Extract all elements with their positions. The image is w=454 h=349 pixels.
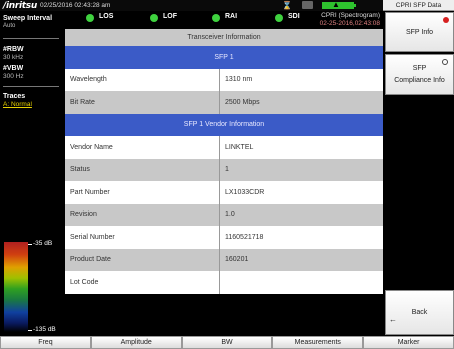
row-value: 160201: [225, 256, 249, 264]
transceiver-info-title: Transceiver Information: [187, 34, 261, 41]
row-label: Wavelength: [65, 68, 220, 91]
row-value: LX1033CDR: [225, 188, 265, 196]
table-row: Status 1: [65, 158, 383, 181]
amplitude-menu-button[interactable]: Amplitude: [90, 336, 182, 349]
scale-top-label: -35 dB: [33, 240, 53, 247]
row-label: Serial Number: [65, 226, 220, 249]
left-settings-panel: #RBW 30 kHz #VBW 300 Hz Traces A: Normal…: [0, 29, 65, 336]
rai-label: RAI: [225, 13, 238, 20]
table-row: Vendor Name LINKTEL: [65, 136, 383, 159]
los-label: LOS: [99, 13, 114, 20]
sfp-compliance-label-line1: SFP: [412, 65, 427, 72]
lof-indicator-icon: [150, 14, 158, 22]
battery-tip: [354, 4, 356, 7]
section-title: SFP 1: [214, 53, 234, 61]
section-title: SFP 1 Vendor Information: [183, 121, 265, 129]
rbw-label: #RBW: [3, 46, 24, 53]
anritsu-logo: /inritsu: [3, 0, 37, 11]
rbw-value: 30 kHz: [3, 54, 24, 61]
row-value: 2500 Mbps: [225, 98, 260, 106]
traces-label: Traces: [3, 93, 26, 100]
sfp-data-table: SFP 1 Wavelength 1310 nm Bit Rate 2500 M…: [65, 46, 383, 294]
row-value: 1: [225, 166, 229, 174]
vbw-value: 300 Hz: [3, 73, 24, 80]
scale-bottom-label: -135 dB: [33, 326, 56, 333]
hourglass-icon: ⌛: [282, 1, 292, 10]
lof-label: LOF: [163, 13, 177, 20]
bw-menu-button[interactable]: BW: [181, 336, 273, 349]
measurements-menu-button[interactable]: Measurements: [272, 336, 364, 349]
row-label: Status: [65, 158, 220, 181]
scale-bottom-tick: [28, 330, 32, 331]
marker-menu-button[interactable]: Marker: [363, 336, 454, 349]
row-value: 1.0: [225, 211, 235, 219]
rai-indicator-icon: [212, 14, 220, 22]
row-label: Bit Rate: [65, 91, 220, 114]
table-row: Lot Code: [65, 271, 383, 294]
row-value: LINKTEL: [225, 143, 254, 151]
title-bar: /inritsu 02/25/2016 02:43:28 am ⌛ ▲: [0, 0, 383, 11]
sdi-label: SDI: [288, 13, 300, 20]
sfp-compliance-info-button[interactable]: SFP Compliance Info: [385, 54, 454, 95]
row-label: Revision: [65, 203, 220, 226]
los-indicator-icon: [86, 14, 94, 22]
table-header: Transceiver Information: [65, 29, 383, 46]
datetime: 02/25/2016 02:43:28 am: [39, 2, 111, 9]
row-value: 1160521718: [225, 233, 264, 241]
row-value: 1310 nm: [225, 76, 253, 84]
table-row: Wavelength 1310 nm: [65, 68, 383, 91]
camera-icon[interactable]: [302, 1, 313, 9]
status-row: Sweep Interval Auto LOS LOF RAI SDI CPRI…: [0, 11, 383, 29]
measurement-mode: CPRI (Spectrogram): [321, 12, 380, 19]
table-row: Bit Rate 2500 Mbps: [65, 91, 383, 114]
divider: [3, 86, 59, 87]
trace-mode-link[interactable]: A: Normal: [3, 101, 32, 108]
table-row: Serial Number 1160521718: [65, 226, 383, 249]
section-header-vendor: SFP 1 Vendor Information: [65, 113, 383, 136]
freq-menu-button[interactable]: Freq: [0, 336, 91, 349]
back-button[interactable]: Back: [385, 290, 454, 335]
sdi-indicator-icon: [275, 14, 283, 22]
vbw-label: #VBW: [3, 65, 24, 72]
spectrogram-color-scale: [4, 242, 28, 332]
sfp-info-label: SFP Info: [405, 28, 434, 36]
divider: [3, 38, 59, 39]
back-label: Back: [411, 309, 428, 316]
sfp-info-button[interactable]: SFP Info: [385, 12, 454, 52]
section-header-sfp1: SFP 1: [65, 46, 383, 69]
table-row: Revision 1.0: [65, 203, 383, 226]
sweep-interval-label: Sweep Interval: [3, 15, 53, 22]
measurement-timestamp: 02-25-2016,02:43:08: [319, 20, 380, 27]
sfp-compliance-label-line2: Compliance Info: [394, 77, 445, 84]
row-label: Product Date: [65, 248, 220, 271]
selected-indicator-icon: [443, 17, 449, 23]
row-label: Vendor Name: [65, 136, 220, 159]
bottom-menu-bar: Freq Amplitude BW Measurements Marker: [0, 336, 454, 349]
unselected-indicator-icon: [442, 59, 448, 65]
back-arrow-icon: ←: [389, 315, 397, 324]
menu-title: CPRI SFP Data: [383, 0, 454, 11]
plug-icon: ▲: [332, 0, 340, 9]
row-value: [220, 271, 383, 294]
table-row: Part Number LX1033CDR: [65, 181, 383, 204]
scale-top-tick: [28, 244, 32, 245]
table-row: Product Date 160201: [65, 248, 383, 271]
row-label: Lot Code: [65, 271, 220, 294]
row-label: Part Number: [65, 181, 220, 204]
softkey-blank-area: [385, 96, 454, 289]
